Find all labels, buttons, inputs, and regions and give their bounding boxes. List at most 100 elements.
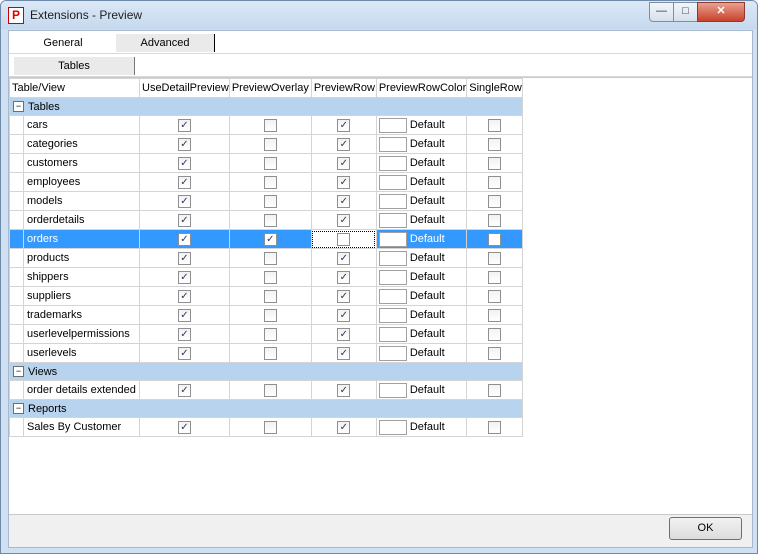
preview-row-color-cell[interactable]: Default xyxy=(375,229,468,249)
single-row-checkbox[interactable] xyxy=(488,232,502,246)
preview-overlay-checkbox-cell[interactable] xyxy=(228,191,312,211)
table-row[interactable]: models ✓ ✓ Default xyxy=(9,191,524,211)
collapse-toggle-icon[interactable]: − xyxy=(13,403,24,414)
column-header[interactable]: PreviewOverlay xyxy=(228,78,312,98)
use-detail-preview-checkbox[interactable]: ✓ xyxy=(177,156,191,170)
single-row-checkbox-cell[interactable] xyxy=(466,134,524,154)
preview-row-checkbox-cell[interactable]: ✓ xyxy=(310,134,377,154)
preview-row-checkbox[interactable]: ✓ xyxy=(337,327,351,341)
preview-row-checkbox-cell[interactable]: ✓ xyxy=(310,380,377,400)
table-row[interactable]: employees ✓ ✓ Default xyxy=(9,172,524,192)
single-row-checkbox[interactable] xyxy=(488,251,502,265)
single-row-checkbox[interactable] xyxy=(488,270,502,284)
column-header[interactable]: Table/View xyxy=(9,78,140,98)
row-name[interactable]: cars xyxy=(23,115,140,135)
preview-overlay-checkbox[interactable] xyxy=(263,175,277,189)
preview-row-checkbox[interactable]: ✓ xyxy=(337,251,351,265)
table-row[interactable]: trademarks ✓ ✓ Default xyxy=(9,305,524,325)
table-row[interactable]: customers ✓ ✓ Default xyxy=(9,153,524,173)
preview-overlay-checkbox[interactable] xyxy=(263,194,277,208)
preview-row-checkbox-cell[interactable]: ✓ xyxy=(310,210,377,230)
preview-row-checkbox[interactable]: ✓ xyxy=(337,308,351,322)
preview-overlay-checkbox-cell[interactable] xyxy=(228,115,312,135)
color-picker[interactable]: Default xyxy=(377,269,465,285)
use-detail-preview-checkbox-cell[interactable]: ✓ xyxy=(139,380,230,400)
preview-row-checkbox[interactable] xyxy=(337,232,351,246)
preview-row-checkbox[interactable]: ✓ xyxy=(337,420,351,434)
single-row-checkbox[interactable] xyxy=(488,194,502,208)
color-swatch[interactable] xyxy=(378,174,407,190)
table-row[interactable]: shippers ✓ ✓ Default xyxy=(9,267,524,287)
single-row-checkbox-cell[interactable] xyxy=(466,380,524,400)
table-row[interactable]: userlevels ✓ ✓ Default xyxy=(9,343,524,363)
title-bar[interactable]: P Extensions - Preview — □ ✕ xyxy=(1,1,757,29)
column-header[interactable]: PreviewRow xyxy=(310,78,377,98)
preview-overlay-checkbox[interactable] xyxy=(263,213,277,227)
preview-overlay-checkbox[interactable] xyxy=(263,420,277,434)
preview-overlay-checkbox[interactable] xyxy=(263,308,277,322)
row-name[interactable]: models xyxy=(23,191,140,211)
preview-row-color-cell[interactable]: Default xyxy=(375,210,468,230)
collapse-toggle-icon[interactable]: − xyxy=(13,366,24,377)
preview-overlay-checkbox-cell[interactable] xyxy=(228,153,312,173)
color-swatch[interactable] xyxy=(378,288,407,304)
preview-row-color-cell[interactable]: Default xyxy=(375,172,468,192)
single-row-checkbox-cell[interactable] xyxy=(466,172,524,192)
preview-row-color-cell[interactable]: Default xyxy=(375,417,468,437)
preview-row-checkbox-cell[interactable]: ✓ xyxy=(310,172,377,192)
color-swatch[interactable] xyxy=(378,307,407,323)
preview-overlay-checkbox[interactable] xyxy=(263,118,277,132)
color-picker[interactable]: Default xyxy=(377,174,465,190)
preview-overlay-checkbox-cell[interactable] xyxy=(228,286,312,306)
color-picker[interactable]: Default xyxy=(377,117,465,133)
tab-general[interactable]: General xyxy=(11,34,115,52)
use-detail-preview-checkbox-cell[interactable]: ✓ xyxy=(139,248,230,268)
row-name[interactable]: trademarks xyxy=(23,305,140,325)
use-detail-preview-checkbox[interactable]: ✓ xyxy=(177,251,191,265)
collapse-toggle-icon[interactable]: − xyxy=(13,101,24,112)
preview-overlay-checkbox[interactable] xyxy=(263,383,277,397)
use-detail-preview-checkbox[interactable]: ✓ xyxy=(177,308,191,322)
row-name[interactable]: orderdetails xyxy=(23,210,140,230)
preview-row-color-cell[interactable]: Default xyxy=(375,267,468,287)
use-detail-preview-checkbox-cell[interactable]: ✓ xyxy=(139,324,230,344)
table-row[interactable]: Sales By Customer ✓ ✓ Default xyxy=(9,417,524,437)
single-row-checkbox-cell[interactable] xyxy=(466,286,524,306)
preview-row-checkbox-cell[interactable]: ✓ xyxy=(310,305,377,325)
table-row[interactable]: order details extended ✓ ✓ Default xyxy=(9,380,524,400)
use-detail-preview-checkbox[interactable]: ✓ xyxy=(177,346,191,360)
preview-row-checkbox[interactable]: ✓ xyxy=(337,118,351,132)
preview-row-color-cell[interactable]: Default xyxy=(375,305,468,325)
preview-row-color-cell[interactable]: Default xyxy=(375,324,468,344)
color-picker[interactable]: Default xyxy=(377,250,465,266)
use-detail-preview-checkbox-cell[interactable]: ✓ xyxy=(139,210,230,230)
use-detail-preview-checkbox[interactable]: ✓ xyxy=(177,137,191,151)
single-row-checkbox[interactable] xyxy=(488,383,502,397)
color-swatch[interactable] xyxy=(378,117,407,133)
use-detail-preview-checkbox-cell[interactable]: ✓ xyxy=(139,134,230,154)
preview-overlay-checkbox[interactable] xyxy=(263,156,277,170)
use-detail-preview-checkbox[interactable]: ✓ xyxy=(177,289,191,303)
color-swatch[interactable] xyxy=(378,419,407,435)
single-row-checkbox[interactable] xyxy=(488,118,502,132)
preview-row-checkbox-cell[interactable]: ✓ xyxy=(310,191,377,211)
row-name[interactable]: userlevels xyxy=(23,343,140,363)
maximize-button[interactable]: □ xyxy=(673,2,698,22)
preview-row-checkbox-cell[interactable]: ✓ xyxy=(310,115,377,135)
color-picker[interactable]: Default xyxy=(377,193,465,209)
use-detail-preview-checkbox-cell[interactable]: ✓ xyxy=(139,267,230,287)
single-row-checkbox[interactable] xyxy=(488,137,502,151)
row-name[interactable]: customers xyxy=(23,153,140,173)
preview-row-checkbox[interactable]: ✓ xyxy=(337,289,351,303)
use-detail-preview-checkbox[interactable]: ✓ xyxy=(177,327,191,341)
table-row[interactable]: orders ✓ ✓ Default xyxy=(9,229,524,249)
single-row-checkbox[interactable] xyxy=(488,289,502,303)
preview-overlay-checkbox-cell[interactable] xyxy=(228,380,312,400)
table-row[interactable]: categories ✓ ✓ Default xyxy=(9,134,524,154)
tab-advanced[interactable]: Advanced xyxy=(116,34,215,52)
use-detail-preview-checkbox[interactable]: ✓ xyxy=(177,270,191,284)
preview-overlay-checkbox-cell[interactable] xyxy=(228,248,312,268)
table-row[interactable]: products ✓ ✓ Default xyxy=(9,248,524,268)
row-name[interactable]: employees xyxy=(23,172,140,192)
close-button[interactable]: ✕ xyxy=(697,2,745,22)
